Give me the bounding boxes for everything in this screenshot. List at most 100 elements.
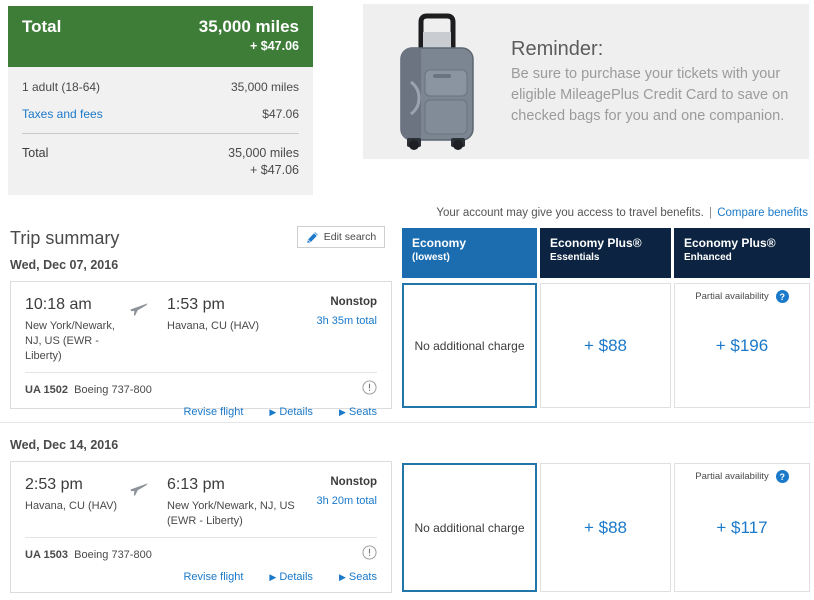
fare-column-title: Economy Plus®	[684, 236, 776, 250]
stops-segment: Nonstop 3h 20m total	[303, 474, 377, 529]
fare-column-subtitle: Enhanced	[684, 252, 732, 263]
availability-note: Partial availability ?	[675, 290, 809, 303]
flight-times-row: 2:53 pm Havana, CU (HAV) 6:13 pm New Yor…	[11, 462, 391, 529]
fare-cell-outbound-enhanced[interactable]: Partial availability ? + $196	[674, 283, 810, 408]
benefits-note: Your account may give you access to trav…	[436, 206, 808, 221]
pencil-icon	[306, 231, 319, 244]
availability-note: Partial availability ?	[675, 470, 809, 483]
total-header: Total 35,000 miles + $47.06	[8, 6, 313, 67]
flight-number: UA 1502	[25, 384, 69, 396]
airplane-icon	[129, 474, 167, 529]
fare-cell-label: + $88	[583, 517, 627, 537]
breakdown-row-taxes: Taxes and fees $47.06	[22, 106, 299, 122]
departure-segment: 10:18 am New York/Newark, NJ, US (EWR - …	[25, 294, 129, 364]
fare-column-title: Economy Plus®	[550, 236, 642, 250]
breakdown-row-total: Total 35,000 miles + $47.06	[22, 145, 299, 179]
details-label: Details	[279, 571, 313, 583]
fare-cell-return-essentials[interactable]: + $88	[540, 463, 671, 592]
airplane-icon	[129, 294, 167, 364]
arrival-segment: 1:53 pm Havana, CU (HAV)	[167, 294, 303, 364]
stops-segment: Nonstop 3h 35m total	[303, 294, 377, 364]
fare-column-title: Economy	[412, 236, 467, 250]
flight-card-links: Revise flight ▶ Details ▶ Seats	[11, 400, 391, 418]
caret-right-icon: ▶	[338, 407, 346, 417]
flight-date-outbound: Wed, Dec 07, 2016	[10, 258, 119, 272]
reminder-body: Be sure to purchase your tickets with yo…	[511, 66, 789, 124]
arrival-time: 6:13 pm	[167, 476, 225, 493]
fare-column-header-economy-plus-essentials[interactable]: Economy Plus® Essentials	[540, 228, 671, 278]
caret-right-icon: ▶	[338, 572, 346, 582]
arrival-time: 1:53 pm	[167, 296, 225, 313]
suitcase-icon	[363, 4, 511, 159]
flight-number-and-aircraft: UA 1502 Boeing 737-800	[25, 384, 152, 396]
reminder-title: Reminder:	[511, 38, 604, 60]
booking-page: Total 35,000 miles + $47.06 1 adult (18-…	[0, 0, 814, 600]
departure-time: 10:18 am	[25, 296, 92, 313]
duration-label: 3h 35m total	[316, 315, 377, 327]
fare-cell-label: + $117	[716, 517, 768, 537]
flight-card-return: 2:53 pm Havana, CU (HAV) 6:13 pm New Yor…	[10, 461, 392, 593]
page-title: Trip summary	[10, 228, 120, 248]
seats-label: Seats	[348, 571, 377, 583]
exclamation-circle-icon[interactable]	[362, 545, 377, 565]
revise-flight-link[interactable]: Revise flight	[183, 406, 243, 418]
details-link[interactable]: ▶ Details	[269, 571, 313, 583]
availability-label: Partial availability	[695, 291, 769, 302]
help-icon[interactable]: ?	[775, 290, 789, 303]
total-value-tax: + $47.06	[249, 163, 299, 177]
reminder-text: Reminder: Be sure to purchase your ticke…	[511, 36, 809, 127]
compare-benefits-link[interactable]: Compare benefits	[717, 207, 808, 219]
section-divider	[0, 422, 814, 423]
benefits-note-text: Your account may give you access to trav…	[436, 207, 704, 219]
total-breakdown: 1 adult (18-64) 35,000 miles Taxes and f…	[8, 67, 313, 195]
help-icon[interactable]: ?	[775, 470, 789, 483]
fare-column-header-economy[interactable]: Economy (lowest)	[402, 228, 537, 278]
flight-card-links: Revise flight ▶ Details ▶ Seats	[11, 565, 391, 583]
edit-search-button[interactable]: Edit search	[297, 226, 385, 248]
total-value-miles: 35,000 miles	[228, 146, 299, 160]
seats-link[interactable]: ▶ Seats	[339, 571, 377, 583]
edit-search-label: Edit search	[323, 231, 377, 243]
details-link[interactable]: ▶ Details	[269, 406, 313, 418]
taxes-and-fees-link[interactable]: Taxes and fees	[22, 106, 103, 122]
price-total-panel: Total 35,000 miles + $47.06 1 adult (18-…	[8, 6, 313, 195]
reminder-banner: Reminder: Be sure to purchase your ticke…	[363, 4, 809, 159]
flight-times-row: 10:18 am New York/Newark, NJ, US (EWR - …	[11, 282, 391, 364]
revise-flight-link[interactable]: Revise flight	[183, 571, 243, 583]
fare-cell-label: No additional charge	[414, 520, 525, 535]
departure-time: 2:53 pm	[25, 476, 83, 493]
aircraft-type: Boeing 737-800	[74, 384, 152, 396]
arrival-city: New York/Newark, NJ, US (EWR - Liberty)	[167, 500, 295, 527]
seats-label: Seats	[348, 406, 377, 418]
fare-column-subtitle: Essentials	[550, 252, 600, 263]
breakdown-row-passenger: 1 adult (18-64) 35,000 miles	[22, 79, 299, 95]
flight-date-return: Wed, Dec 14, 2016	[10, 438, 119, 452]
flight-number-row: UA 1503 Boeing 737-800	[11, 538, 391, 565]
caret-right-icon: ▶	[269, 407, 277, 417]
total-label: Total	[22, 146, 49, 160]
passenger-label: 1 adult (18-64)	[22, 80, 101, 94]
arrival-city: Havana, CU (HAV)	[167, 320, 260, 332]
stops-label: Nonstop	[330, 296, 377, 308]
departure-segment: 2:53 pm Havana, CU (HAV)	[25, 474, 129, 529]
fare-cell-outbound-essentials[interactable]: + $88	[540, 283, 671, 408]
fare-column-header-economy-plus-enhanced[interactable]: Economy Plus® Enhanced	[674, 228, 810, 278]
fare-cell-return-economy[interactable]: No additional charge	[402, 463, 537, 592]
aircraft-type: Boeing 737-800	[74, 549, 152, 561]
total-value: 35,000 miles + $47.06	[228, 145, 299, 179]
flight-card-outbound: 10:18 am New York/Newark, NJ, US (EWR - …	[10, 281, 392, 418]
departure-city: Havana, CU (HAV)	[25, 500, 118, 512]
fare-cell-label: + $88	[583, 335, 627, 355]
benefits-note-separator: |	[709, 207, 713, 219]
fare-cell-label: + $196	[715, 335, 769, 355]
fare-cell-outbound-economy[interactable]: No additional charge	[402, 283, 537, 408]
flight-number-and-aircraft: UA 1503 Boeing 737-800	[25, 549, 152, 561]
total-header-tax: + $47.06	[249, 39, 299, 53]
seats-link[interactable]: ▶ Seats	[339, 406, 377, 418]
duration-label: 3h 20m total	[316, 495, 377, 507]
flight-number: UA 1503	[25, 549, 69, 561]
stops-label: Nonstop	[330, 476, 377, 488]
details-label: Details	[279, 406, 313, 418]
fare-cell-return-enhanced[interactable]: Partial availability ? + $117	[674, 463, 810, 592]
exclamation-circle-icon[interactable]	[362, 380, 377, 400]
